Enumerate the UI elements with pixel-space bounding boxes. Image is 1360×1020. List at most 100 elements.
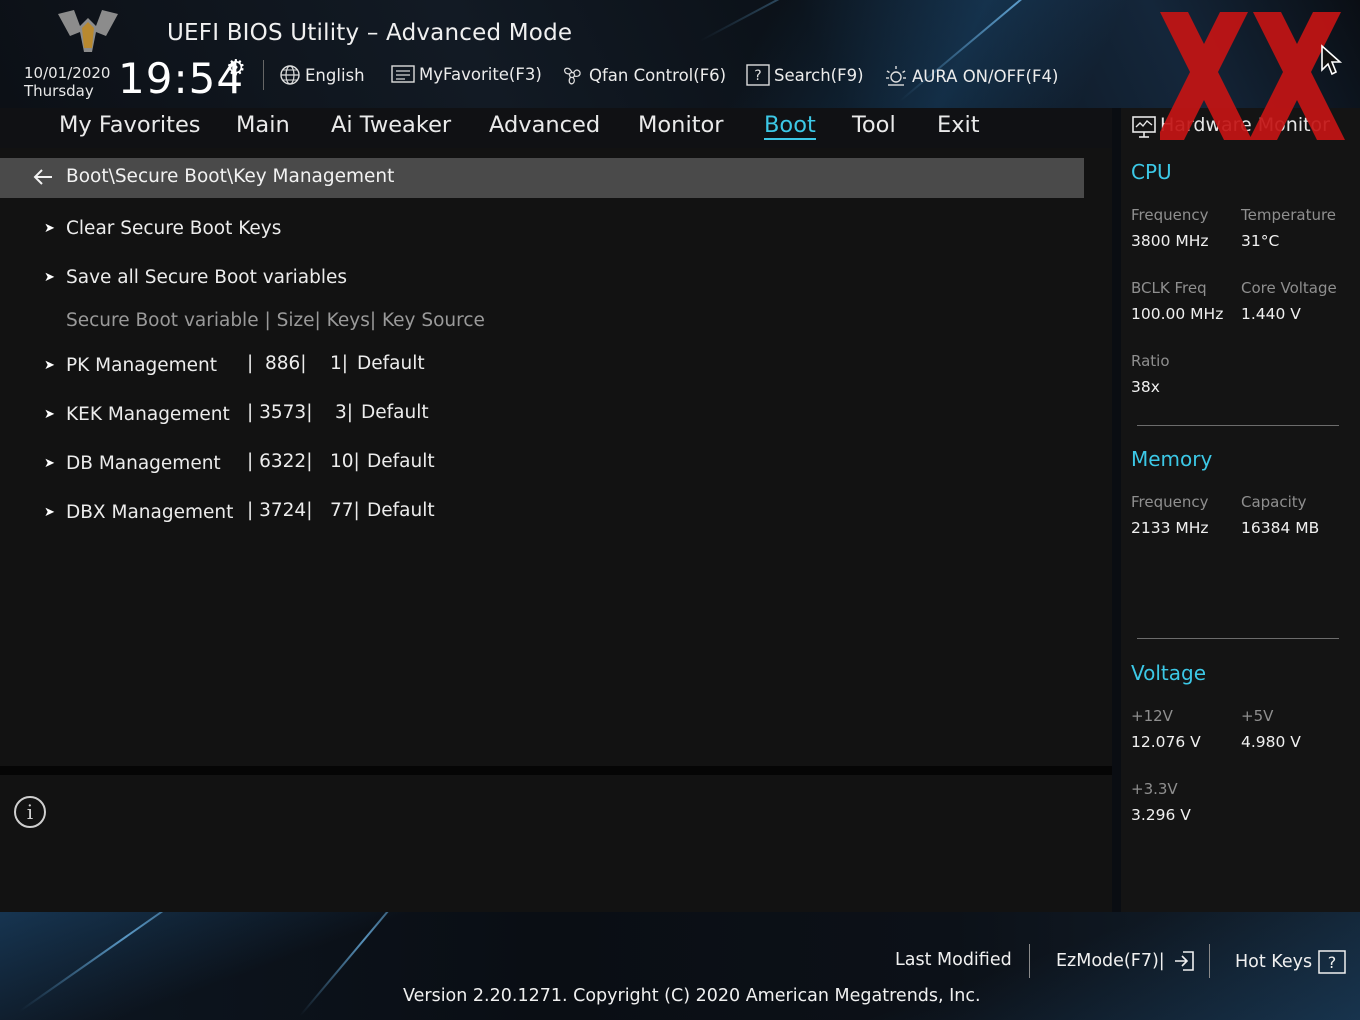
- cpu-heading: CPU: [1131, 160, 1172, 184]
- variable-size: | 886|: [247, 353, 307, 374]
- tab-monitor[interactable]: Monitor: [638, 112, 724, 138]
- clear-secure-boot-keys-item[interactable]: ➤ Clear Secure Boot Keys: [44, 214, 281, 242]
- chevron-right-icon: ➤: [44, 220, 55, 236]
- tab-advanced[interactable]: Advanced: [489, 112, 600, 138]
- variable-keys: 1|: [330, 353, 349, 374]
- cpu-frequency-label: Frequency: [1131, 206, 1209, 224]
- watermark-logo: [1160, 12, 1345, 140]
- ezmode-label: EzMode(F7)|: [1056, 951, 1165, 971]
- breadcrumb-path: Boot\Secure Boot\Key Management: [66, 166, 395, 187]
- info-icon: i: [14, 796, 46, 828]
- qfan-control-button[interactable]: Qfan Control(F6): [559, 64, 726, 86]
- search-label: Search(F9): [774, 65, 864, 85]
- v12-value: 12.076 V: [1131, 733, 1201, 751]
- variable-name: PK Management: [66, 354, 218, 376]
- variable-size: | 6322|: [247, 451, 313, 472]
- v12-label: +12V: [1131, 707, 1173, 725]
- variable-name: KEK Management: [66, 403, 230, 425]
- variable-source: Default: [357, 353, 425, 374]
- cpu-frequency-value: 3800 MHz: [1131, 232, 1209, 250]
- save-secure-boot-variables-item[interactable]: ➤ Save all Secure Boot variables: [44, 263, 347, 291]
- question-box-icon: ?: [1318, 950, 1346, 974]
- memory-frequency-label: Frequency: [1131, 493, 1209, 511]
- footer-divider: [1029, 944, 1030, 978]
- mouse-cursor-icon: [1321, 44, 1343, 76]
- bclk-label: BCLK Freq: [1131, 279, 1207, 297]
- variable-keys: 10|: [330, 451, 360, 472]
- exit-to-icon: [1174, 951, 1194, 971]
- chevron-right-icon: ➤: [44, 269, 55, 285]
- chevron-right-icon: ➤: [44, 504, 55, 520]
- section-divider: [1137, 638, 1339, 639]
- cpu-temperature-value: 31°C: [1241, 232, 1280, 250]
- last-modified-label: Last Modified: [895, 950, 1012, 970]
- variable-size: | 3573|: [247, 402, 313, 423]
- ezmode-button[interactable]: EzMode(F7)|: [1056, 950, 1195, 972]
- myfavorite-button[interactable]: MyFavorite(F3): [391, 64, 542, 84]
- back-arrow-icon[interactable]: [32, 167, 54, 192]
- language-button[interactable]: English: [279, 64, 365, 86]
- aura-label: AURA ON/OFF(F4): [912, 66, 1059, 86]
- memory-frequency-value: 2133 MHz: [1131, 519, 1209, 537]
- search-button[interactable]: ? Search(F9): [746, 64, 864, 86]
- footer-divider: [1209, 944, 1210, 978]
- table-header: Secure Boot variable | Size| Keys| Key S…: [66, 310, 485, 331]
- tab-exit[interactable]: Exit: [937, 112, 980, 138]
- tab-tool[interactable]: Tool: [852, 112, 896, 138]
- v33-label: +3.3V: [1131, 780, 1178, 798]
- pane-divider: [0, 766, 1112, 775]
- variable-name: DB Management: [66, 452, 221, 474]
- gear-icon[interactable]: ⚙: [226, 56, 246, 81]
- item-label: Clear Secure Boot Keys: [66, 217, 282, 239]
- help-search-icon: ?: [746, 64, 770, 86]
- chevron-right-icon: ➤: [44, 455, 55, 471]
- core-voltage-value: 1.440 V: [1241, 305, 1301, 323]
- help-info-panel: [0, 775, 1112, 912]
- chevron-right-icon: ➤: [44, 406, 55, 422]
- variable-name: DBX Management: [66, 501, 234, 523]
- section-divider: [1137, 425, 1339, 426]
- header-divider: [263, 60, 264, 90]
- date-value: 10/01/2020: [24, 64, 111, 82]
- core-voltage-label: Core Voltage: [1241, 279, 1337, 297]
- version-copyright: Version 2.20.1271. Copyright (C) 2020 Am…: [403, 986, 981, 1006]
- qfan-label: Qfan Control(F6): [589, 65, 727, 85]
- tab-ai-tweaker[interactable]: Ai Tweaker: [331, 112, 451, 138]
- variable-keys: 3|: [335, 402, 354, 423]
- language-label: English: [305, 65, 365, 85]
- svg-text:?: ?: [1328, 953, 1337, 972]
- bclk-value: 100.00 MHz: [1131, 305, 1224, 323]
- chevron-right-icon: ➤: [44, 357, 55, 373]
- aura-light-icon: [886, 66, 906, 86]
- variable-size: | 3724|: [247, 500, 313, 521]
- tab-boot[interactable]: Boot: [764, 112, 816, 140]
- aura-toggle-button[interactable]: AURA ON/OFF(F4): [884, 64, 1058, 88]
- last-modified-button[interactable]: Last Modified: [895, 950, 1012, 970]
- monitor-icon: [1132, 116, 1156, 138]
- v33-value: 3.296 V: [1131, 806, 1191, 824]
- hot-keys-label: Hot Keys: [1235, 952, 1313, 972]
- memory-heading: Memory: [1131, 447, 1213, 471]
- variable-keys: 77|: [330, 500, 360, 521]
- day-value: Thursday: [24, 82, 94, 100]
- tab-my-favorites[interactable]: My Favorites: [59, 112, 201, 138]
- memory-capacity-label: Capacity: [1241, 493, 1307, 511]
- variable-source: Default: [367, 500, 435, 521]
- variable-source: Default: [367, 451, 435, 472]
- date-display: 10/01/2020 Thursday: [24, 64, 110, 100]
- favorite-list-icon: [391, 65, 415, 83]
- hot-keys-button[interactable]: Hot Keys ?: [1235, 950, 1346, 974]
- item-label: Save all Secure Boot variables: [66, 266, 348, 288]
- tuf-logo-icon: [58, 10, 118, 52]
- ratio-value: 38x: [1131, 378, 1160, 396]
- svg-text:?: ?: [754, 68, 761, 84]
- v5-value: 4.980 V: [1241, 733, 1301, 751]
- voltage-heading: Voltage: [1131, 661, 1207, 685]
- cpu-temperature-label: Temperature: [1241, 206, 1337, 224]
- v5-label: +5V: [1241, 707, 1274, 725]
- ratio-label: Ratio: [1131, 352, 1170, 370]
- globe-icon: [280, 65, 300, 85]
- memory-capacity-value: 16384 MB: [1241, 519, 1320, 537]
- app-title: UEFI BIOS Utility – Advanced Mode: [167, 20, 573, 46]
- tab-main[interactable]: Main: [236, 112, 290, 138]
